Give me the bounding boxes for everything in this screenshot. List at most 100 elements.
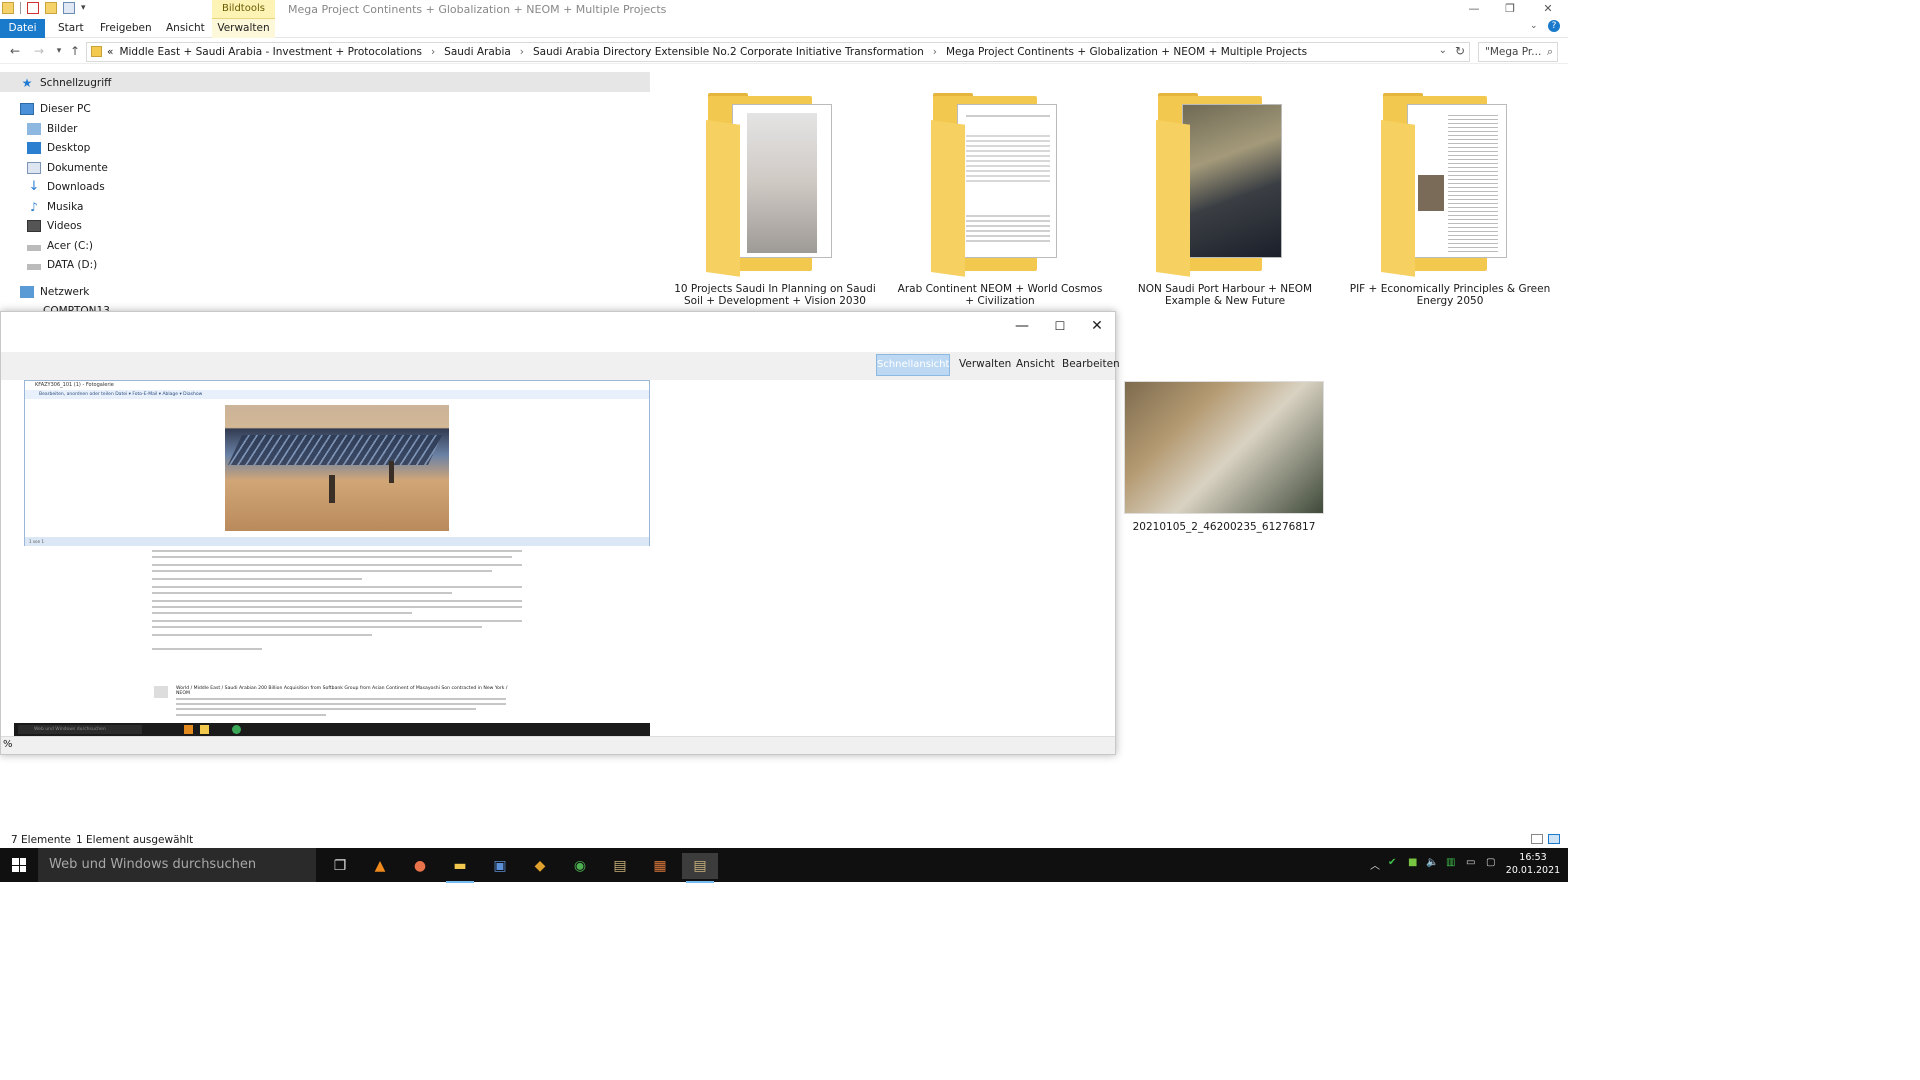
tab-freigeben[interactable]: Freigeben	[92, 19, 160, 38]
chrome-icon[interactable]: ◉	[562, 853, 598, 879]
minimize-button[interactable]: —	[1003, 316, 1041, 336]
breadcrumb-item[interactable]: Middle East + Saudi Arabia - Investment …	[119, 46, 422, 58]
back-button[interactable]: ←	[8, 44, 22, 58]
address-row: ← → ▾ ↑ « Middle East + Saudi Arabia - I…	[0, 40, 1568, 64]
tab-schnellansicht[interactable]: Schnellansicht	[876, 354, 950, 376]
large-icons-view-icon[interactable]	[1548, 834, 1560, 844]
up-button[interactable]: ↑	[68, 44, 82, 58]
nav-item-musik[interactable]: ♪ Musika	[27, 201, 83, 213]
nav-label: Musika	[47, 201, 84, 213]
nav-item-dokumente[interactable]: Dokumente	[27, 162, 108, 174]
photo-gallery-icon[interactable]: ▤	[602, 853, 638, 879]
nav-quick-access[interactable]: ★ Schnellzugriff	[0, 72, 650, 92]
details-view-icon[interactable]	[1531, 834, 1543, 844]
photo-viewer-icon[interactable]: ▤	[682, 853, 718, 883]
document-line	[152, 578, 362, 580]
address-bar[interactable]: « Middle East + Saudi Arabia - Investmen…	[86, 42, 1470, 62]
ribbon-expand-icon[interactable]: ⌄	[1530, 21, 1538, 31]
nav-item-drive-c[interactable]: Acer (C:)	[27, 240, 93, 252]
nav-item-drive-d[interactable]: DATA (D:)	[27, 259, 97, 271]
search-icon[interactable]: ⌕	[1547, 45, 1553, 59]
nav-network[interactable]: Netzwerk	[20, 286, 89, 298]
file-name[interactable]: PIF + Economically Principles & Green En…	[1345, 283, 1555, 307]
breadcrumb-separator-icon[interactable]: ›	[933, 46, 937, 58]
file-name[interactable]: Arab Continent NEOM + World Cosmos + Civ…	[895, 283, 1105, 307]
nav-item-downloads[interactable]: ↓ Downloads	[27, 180, 105, 193]
app-icon[interactable]: ◆	[522, 853, 558, 879]
tab-ansicht[interactable]: Ansicht	[1016, 358, 1055, 370]
image-thumbnail[interactable]	[1124, 381, 1324, 514]
document-line	[152, 648, 262, 650]
task-view-icon[interactable]: ❐	[322, 853, 358, 879]
nvidia-icon[interactable]: ■	[1408, 857, 1417, 868]
nav-label: Downloads	[47, 181, 105, 193]
tab-verwalten[interactable]: Verwalten	[212, 19, 275, 38]
file-name[interactable]: 20210105_2_46200235_61276817	[1124, 521, 1324, 533]
clock-time: 16:53	[1519, 852, 1547, 863]
folder-item[interactable]	[1375, 93, 1515, 277]
help-icon[interactable]: ?	[1548, 20, 1560, 32]
music-icon: ♪	[30, 200, 38, 214]
thumbnail	[732, 104, 832, 258]
breadcrumb-item[interactable]: Mega Project Continents + Globalization …	[946, 46, 1307, 58]
document-line	[152, 600, 522, 602]
nav-this-pc[interactable]: Dieser PC	[20, 103, 91, 115]
properties-icon[interactable]	[27, 2, 39, 14]
file-name[interactable]: 10 Projects Saudi In Planning on Saudi S…	[670, 283, 880, 307]
breadcrumb-item[interactable]: Saudi Arabia Directory Extensible No.2 C…	[533, 46, 924, 58]
tab-verwalten[interactable]: Verwalten	[959, 358, 1011, 370]
chevron-up-icon[interactable]: ︿	[1370, 857, 1380, 872]
nav-item-videos[interactable]: Videos	[27, 220, 82, 232]
nav-label: Schnellzugriff	[40, 77, 112, 89]
tab-start[interactable]: Start	[50, 19, 92, 38]
search-input[interactable]: "Mega Pr... ⌕	[1478, 42, 1558, 62]
separator	[20, 2, 21, 14]
notification-icon[interactable]: ▢	[1486, 857, 1495, 868]
folder-item[interactable]	[700, 93, 840, 277]
tab-ansicht[interactable]: Ansicht	[158, 19, 213, 38]
refresh-icon[interactable]: ↻	[1455, 44, 1465, 58]
security-icon[interactable]: ✔	[1388, 857, 1396, 868]
tab-datei[interactable]: Datei	[0, 19, 45, 38]
volume-icon[interactable]: 🔈	[1426, 857, 1438, 868]
browser-icon[interactable]: ●	[402, 853, 438, 879]
chevron-down-icon[interactable]: ▾	[81, 3, 86, 13]
file-name[interactable]: NON Saudi Port Harbour + NEOM Example & …	[1120, 283, 1330, 307]
minimize-button[interactable]: —	[1456, 0, 1492, 20]
folder-icon[interactable]	[2, 2, 14, 14]
document-line	[152, 626, 482, 628]
photos-icon[interactable]: ▣	[482, 853, 518, 879]
folder-item[interactable]	[925, 93, 1065, 277]
drive-icon	[27, 264, 41, 270]
app-icon[interactable]: ▦	[642, 853, 678, 879]
vlc-icon[interactable]: ▲	[362, 853, 398, 879]
network-icon[interactable]: ▥	[1446, 857, 1455, 868]
recent-locations-button[interactable]: ▾	[52, 44, 66, 58]
breadcrumb-item[interactable]: Saudi Arabia	[444, 46, 511, 58]
clock[interactable]: 16:53 20.01.2021	[1505, 851, 1561, 877]
inner-photo-gallery-window: KFAZY306_101 (1) - Fotogalerie Bearbeite…	[24, 380, 650, 546]
new-folder-icon[interactable]	[45, 2, 57, 14]
folder-item[interactable]	[1150, 93, 1290, 277]
breadcrumb-separator-icon[interactable]: ›	[520, 46, 524, 58]
explorer-titlebar: ▾ Bildtools Mega Project Continents + Gl…	[0, 0, 1568, 20]
breadcrumb-separator-icon[interactable]: ›	[431, 46, 435, 58]
close-button[interactable]: ✕	[1530, 0, 1566, 20]
maximize-button[interactable]: ❐	[1492, 0, 1528, 20]
forward-button[interactable]: →	[32, 44, 46, 58]
file-explorer-icon[interactable]: ▬	[442, 853, 478, 883]
close-button[interactable]: ✕	[1078, 316, 1116, 336]
chevron-down-icon[interactable]: ⌄	[1439, 45, 1447, 56]
nav-item-bilder[interactable]: Bilder	[27, 123, 77, 135]
tab-bearbeiten[interactable]: Bearbeiten	[1062, 358, 1120, 370]
nav-label: Dokumente	[47, 162, 108, 174]
breadcrumb-overflow[interactable]: «	[107, 46, 113, 58]
rename-icon[interactable]	[63, 2, 75, 14]
start-button[interactable]	[0, 848, 38, 882]
maximize-button[interactable]: ☐	[1041, 316, 1079, 336]
battery-icon[interactable]: ▭	[1466, 857, 1475, 868]
taskbar-search[interactable]: Web und Windows durchsuchen	[38, 848, 316, 882]
nav-label: Netzwerk	[40, 286, 90, 298]
nav-item-desktop[interactable]: Desktop	[27, 142, 90, 154]
nav-label: Desktop	[47, 142, 91, 154]
